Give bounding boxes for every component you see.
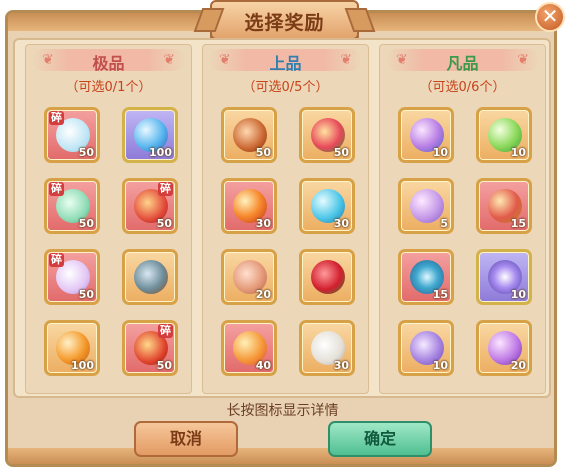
- column-header: ❦ ❦ 凡品: [386, 49, 539, 73]
- column-common-grade: ❦ ❦ 凡品 （可选0/6个） 10 10 5 15 15 10 10 20: [379, 44, 546, 394]
- fragment-badge: 碎: [158, 324, 173, 338]
- item-count: 10: [510, 288, 526, 301]
- confirm-button[interactable]: 确定: [328, 421, 432, 457]
- column-selection-count: （可选0/5个）: [242, 80, 329, 95]
- reward-item[interactable]: 碎 50: [44, 107, 100, 163]
- column-top-grade: ❦ ❦ 极品 （可选0/1个） 碎 50 100 碎 50 碎 50 碎 50 100 碎 50: [25, 44, 192, 394]
- reward-item[interactable]: 30: [299, 320, 355, 376]
- column-header: ❦ ❦ 上品: [209, 49, 362, 73]
- reward-item[interactable]: 碎 50: [122, 178, 178, 234]
- item-count: 30: [255, 217, 271, 230]
- reward-item[interactable]: 30: [221, 178, 277, 234]
- treasure-chest-beast-icon: [134, 260, 168, 294]
- reward-item[interactable]: 10: [398, 320, 454, 376]
- reward-item[interactable]: 50: [299, 107, 355, 163]
- close-x-icon: ✕: [541, 4, 559, 28]
- dialog-title: 选择奖励: [244, 12, 325, 34]
- item-count: 5: [440, 217, 448, 230]
- reward-item[interactable]: 碎 50: [122, 320, 178, 376]
- reward-item[interactable]: 10: [476, 249, 532, 305]
- fragment-badge: 碎: [158, 182, 173, 196]
- item-count: 50: [78, 146, 94, 159]
- item-count: 15: [510, 217, 526, 230]
- column-selection-count: （可选0/1个）: [65, 80, 152, 95]
- column-title: 极品: [92, 54, 125, 73]
- column-selection-count: （可选0/6个）: [419, 80, 506, 95]
- item-count: 50: [78, 288, 94, 301]
- fragment-badge: 碎: [49, 253, 64, 267]
- rose-bouquet-icon: [311, 260, 345, 294]
- title-plaque: 选择奖励: [210, 0, 359, 40]
- item-count: 20: [510, 359, 526, 372]
- dialog-bottom-border: [8, 448, 554, 464]
- reward-item[interactable]: 10: [476, 107, 532, 163]
- item-count: 100: [71, 359, 94, 372]
- reward-item[interactable]: [122, 249, 178, 305]
- fragment-badge: 碎: [49, 111, 64, 125]
- column-high-grade: ❦ ❦ 上品 （可选0/5个） 50 50 30 30 20 40 30: [202, 44, 369, 394]
- reward-item[interactable]: 5: [398, 178, 454, 234]
- column-title: 上品: [269, 54, 302, 73]
- reward-item[interactable]: 10: [398, 107, 454, 163]
- long-press-hint: 长按图标显示详情: [226, 403, 339, 419]
- item-count: 15: [432, 288, 448, 301]
- item-count: 30: [333, 217, 349, 230]
- fragment-badge: 碎: [49, 182, 64, 196]
- item-count: 40: [255, 359, 271, 372]
- item-count: 10: [432, 146, 448, 159]
- purple-bubble-orb-icon: [410, 189, 444, 223]
- column-title: 凡品: [446, 54, 479, 73]
- reward-item[interactable]: 20: [221, 249, 277, 305]
- column-header: ❦ ❦ 极品: [32, 49, 185, 73]
- item-count: 30: [333, 359, 349, 372]
- reward-item[interactable]: 30: [299, 178, 355, 234]
- reward-item[interactable]: [299, 249, 355, 305]
- reward-item[interactable]: 15: [398, 249, 454, 305]
- reward-item[interactable]: 碎 50: [44, 249, 100, 305]
- item-count: 50: [156, 217, 172, 230]
- close-button[interactable]: ✕: [535, 2, 565, 32]
- item-count: 50: [333, 146, 349, 159]
- reward-item[interactable]: 20: [476, 320, 532, 376]
- reward-item[interactable]: 15: [476, 178, 532, 234]
- item-count: 50: [156, 359, 172, 372]
- cancel-button[interactable]: 取消: [134, 421, 238, 457]
- item-count: 10: [432, 359, 448, 372]
- item-count: 10: [510, 146, 526, 159]
- reward-item[interactable]: 100: [44, 320, 100, 376]
- reward-item[interactable]: 40: [221, 320, 277, 376]
- reward-item[interactable]: 100: [122, 107, 178, 163]
- item-count: 50: [255, 146, 271, 159]
- item-count: 20: [255, 288, 271, 301]
- reward-item[interactable]: 50: [221, 107, 277, 163]
- reward-item[interactable]: 碎 50: [44, 178, 100, 234]
- item-count: 50: [78, 217, 94, 230]
- item-count: 100: [149, 146, 172, 159]
